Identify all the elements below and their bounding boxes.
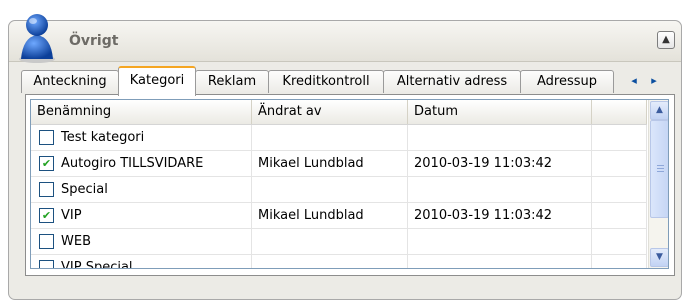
cell-filler	[592, 255, 647, 268]
cell-name: ✔ Autogiro TILLSVIDARE	[31, 151, 252, 177]
table-row[interactable]: Special	[31, 177, 647, 203]
table-row[interactable]: ✔ VIP Mikael Lundblad 2010-03-19 11:03:4…	[31, 203, 647, 229]
table-row[interactable]: WEB	[31, 229, 647, 255]
column-header-benamning[interactable]: Benämning	[31, 100, 252, 124]
panel-header[interactable]: Övrigt ▲	[9, 21, 681, 62]
grid-header: Benämning Ändrat av Datum	[31, 100, 647, 125]
row-checkbox[interactable]	[39, 260, 54, 268]
row-checkbox[interactable]: ✔	[39, 156, 54, 171]
cell-filler	[592, 125, 647, 151]
cell-name: ✔ VIP	[31, 203, 252, 229]
chevron-up-icon: ▲	[662, 34, 670, 45]
cell-changed-by	[252, 125, 408, 151]
row-name: VIP Special	[61, 260, 133, 269]
arrow-right-icon: ▸	[651, 74, 657, 87]
cell-filler	[592, 177, 647, 203]
row-name: Special	[61, 182, 108, 197]
cell-filler	[592, 151, 647, 177]
scroll-down-button[interactable]: ▼	[650, 248, 668, 267]
tab-reklam[interactable]: Reklam	[195, 70, 269, 93]
ovrigt-panel: Övrigt ▲ Anteckning Kategori Reklam Kred…	[8, 14, 682, 300]
cell-date	[408, 125, 592, 151]
grip-line	[657, 168, 664, 169]
row-checkbox[interactable]	[39, 182, 54, 197]
cell-changed-by: Mikael Lundblad	[252, 151, 408, 177]
kategori-tab-page: Benämning Ändrat av Datum Test kategori	[25, 94, 675, 276]
vertical-scrollbar[interactable]: ▲ ▼	[648, 100, 668, 268]
column-header-filler	[592, 100, 647, 124]
tab-scroll-right-button[interactable]: ▸	[645, 71, 663, 91]
cell-changed-by	[252, 177, 408, 203]
tab-kategori[interactable]: Kategori	[118, 66, 196, 96]
tab-kreditkontroll[interactable]: Kreditkontroll	[268, 70, 384, 93]
cell-date: 2010-03-19 11:03:42	[408, 151, 592, 177]
grip-line	[657, 171, 664, 172]
column-header-datum[interactable]: Datum	[408, 100, 592, 124]
cell-changed-by: Mikael Lundblad	[252, 203, 408, 229]
cell-date: 2010-03-19 11:03:42	[408, 203, 592, 229]
cell-name: Special	[31, 177, 252, 203]
row-name: WEB	[61, 234, 91, 249]
tab-strip: Anteckning Kategori Reklam Kreditkontrol…	[21, 66, 676, 96]
column-header-andrat-av[interactable]: Ändrat av	[252, 100, 408, 124]
table-row[interactable]: Test kategori	[31, 125, 647, 151]
cell-date	[408, 229, 592, 255]
scroll-thumb[interactable]	[650, 120, 668, 218]
row-checkbox[interactable]: ✔	[39, 208, 54, 223]
cell-date	[408, 177, 592, 203]
grip-line	[657, 165, 664, 166]
cell-changed-by	[252, 255, 408, 268]
checkmark-icon: ✔	[41, 157, 52, 170]
category-grid: Benämning Ändrat av Datum Test kategori	[30, 99, 669, 269]
tab-anteckning[interactable]: Anteckning	[21, 70, 119, 93]
panel-title: Övrigt	[69, 33, 119, 49]
row-checkbox[interactable]	[39, 234, 54, 249]
tab-adressup[interactable]: Adressup	[520, 70, 614, 93]
cell-name: VIP Special	[31, 255, 252, 269]
cell-name: Test kategori	[31, 125, 252, 151]
row-name: Test kategori	[61, 130, 145, 145]
table-row[interactable]: ✔ Autogiro TILLSVIDARE Mikael Lundblad 2…	[31, 151, 647, 177]
cell-filler	[592, 229, 647, 255]
arrow-down-icon: ▼	[656, 252, 663, 262]
table-row[interactable]: VIP Special	[31, 255, 647, 269]
tab-scroll-left-button[interactable]: ◂	[625, 71, 643, 91]
tab-alternativ-adress[interactable]: Alternativ adress	[383, 70, 521, 93]
cell-name: WEB	[31, 229, 252, 255]
checkmark-icon: ✔	[41, 209, 52, 222]
row-name: Autogiro TILLSVIDARE	[61, 156, 204, 171]
scroll-up-button[interactable]: ▲	[650, 101, 668, 120]
arrow-up-icon: ▲	[656, 105, 663, 115]
collapse-button[interactable]: ▲	[657, 31, 675, 49]
arrow-left-icon: ◂	[631, 74, 637, 87]
row-name: VIP	[61, 208, 82, 223]
cell-date	[408, 255, 592, 268]
row-checkbox[interactable]	[39, 130, 54, 145]
cell-changed-by	[252, 229, 408, 255]
cell-filler	[592, 203, 647, 229]
user-avatar-icon	[19, 14, 55, 63]
